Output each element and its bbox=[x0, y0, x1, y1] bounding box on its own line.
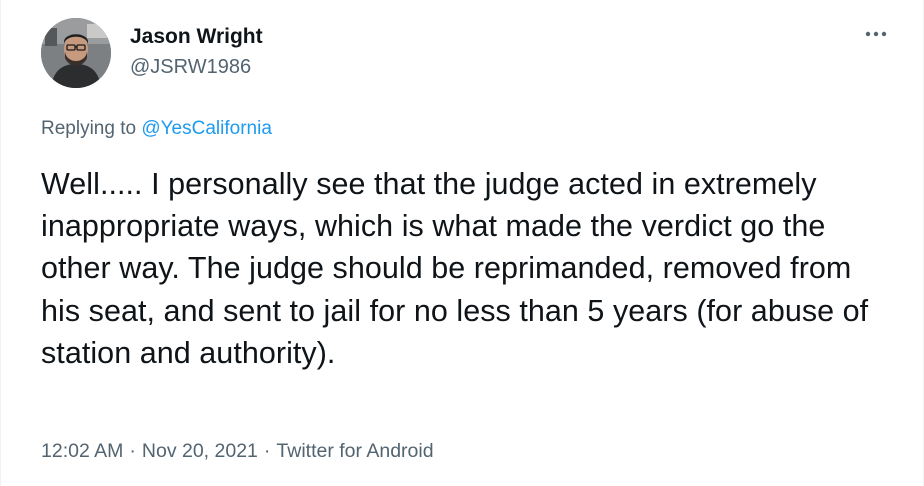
tweet-time-link[interactable]: 12:02 AM bbox=[41, 440, 123, 462]
tweet-date-link[interactable]: Nov 20, 2021 bbox=[142, 440, 258, 462]
tweet-time: 12:02 AM bbox=[41, 440, 124, 462]
author-handle[interactable]: @JSRW1986 bbox=[130, 56, 263, 78]
more-options-button[interactable] bbox=[861, 22, 891, 46]
more-horizontal-icon bbox=[865, 31, 887, 37]
tweet-date: Nov 20, 2021 bbox=[141, 440, 258, 462]
tweet-meta: 12:02 AM · Nov 20, 2021 · Twitter for Androi… bbox=[41, 439, 434, 463]
tweet-text: Well..... I personally see that the judg… bbox=[41, 167, 869, 370]
tweet-header: Jason Wright @JSRW1986 bbox=[41, 18, 893, 90]
author-display-name[interactable]: Jason Wright bbox=[130, 26, 263, 48]
replying-to-label: Replying to bbox=[41, 118, 137, 139]
meta-separator: · bbox=[263, 440, 271, 462]
reply-mention-link[interactable]: @YesCalifornia bbox=[141, 118, 272, 139]
meta-separator: · bbox=[129, 440, 136, 462]
avatar[interactable] bbox=[41, 18, 111, 88]
tweet-source: Twitter for Android bbox=[276, 440, 434, 462]
tweet-card: Jason Wright @JSRW1986 Replying to @YesC… bbox=[0, 0, 924, 486]
user-avatar-icon bbox=[41, 18, 111, 88]
replying-to-line: Replying to @YesCalifornia bbox=[41, 117, 272, 141]
author-info: Jason Wright @JSRW1986 bbox=[130, 26, 263, 79]
tweet-source-link[interactable]: Twitter for Android bbox=[276, 440, 433, 462]
